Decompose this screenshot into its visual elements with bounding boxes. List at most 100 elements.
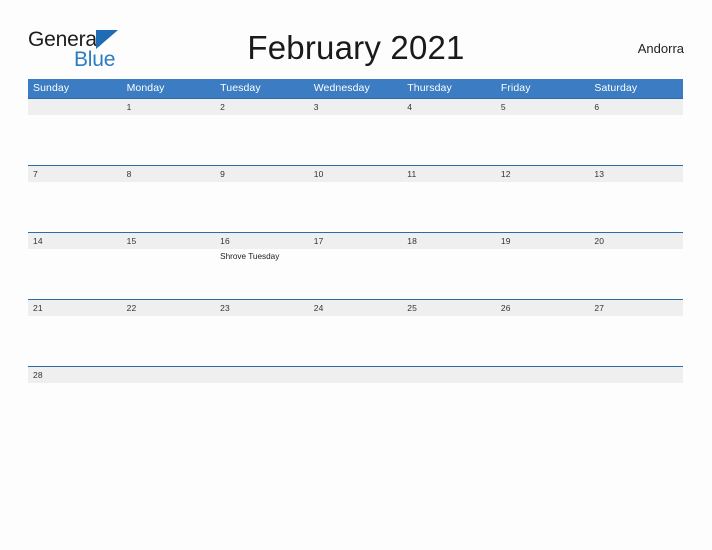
calendar-day-cell[interactable]: 28	[28, 366, 122, 387]
day-number	[28, 99, 122, 115]
day-number: 18	[402, 233, 496, 249]
calendar-week-row: 123456	[28, 98, 683, 166]
calendar-table: Sunday Monday Tuesday Wednesday Thursday…	[28, 79, 683, 387]
calendar-day-cell[interactable]: 26	[495, 299, 590, 367]
day-box: 3	[308, 99, 403, 165]
day-box: 10	[308, 166, 403, 232]
calendar-day-cell[interactable]: 10	[308, 165, 403, 233]
calendar-day-cell[interactable]	[495, 366, 590, 387]
calendar-day-cell[interactable]: 2	[215, 98, 309, 166]
day-box: 28	[28, 367, 122, 387]
day-number: 24	[308, 300, 403, 316]
country-label: Andorra	[637, 41, 684, 56]
calendar-day-cell[interactable]: 5	[495, 98, 590, 166]
day-number	[589, 367, 683, 383]
day-box	[121, 367, 216, 387]
calendar-day-cell[interactable]: 15	[121, 232, 216, 300]
calendar-day-cell[interactable]: 19	[495, 232, 590, 300]
day-number: 23	[215, 300, 309, 316]
calendar-week-row: 28	[28, 366, 683, 387]
day-number: 28	[28, 367, 122, 383]
calendar-week-row: 21 22 23 24 25 26 27	[28, 299, 683, 367]
weekday-header-tuesday: Tuesday	[215, 79, 309, 99]
day-box: 5	[495, 99, 590, 165]
weekday-header-friday: Friday	[495, 79, 590, 99]
day-box: 14	[28, 233, 122, 299]
day-number: 27	[589, 300, 683, 316]
calendar-day-cell[interactable]: 16 Shrove Tuesday	[215, 232, 309, 300]
calendar-day-cell[interactable]: 20	[589, 232, 683, 300]
day-box: 2	[215, 99, 309, 165]
day-number	[495, 367, 590, 383]
day-box: 27	[589, 300, 683, 366]
day-box: 18	[402, 233, 496, 299]
day-number: 11	[402, 166, 496, 182]
day-box: 7	[28, 166, 122, 232]
weekday-header-saturday: Saturday	[589, 79, 683, 99]
calendar-day-cell[interactable]	[308, 366, 403, 387]
day-box: 13	[589, 166, 683, 232]
day-box: 9	[215, 166, 309, 232]
day-number: 21	[28, 300, 122, 316]
calendar-day-cell[interactable]: 13	[589, 165, 683, 233]
day-box: 8	[121, 166, 216, 232]
calendar-day-cell[interactable]: 25	[402, 299, 496, 367]
day-box: 1	[121, 99, 216, 165]
calendar-day-cell[interactable]	[589, 366, 683, 387]
day-box: 26	[495, 300, 590, 366]
calendar-day-cell[interactable]: 23	[215, 299, 309, 367]
day-box: 11	[402, 166, 496, 232]
day-number: 9	[215, 166, 309, 182]
day-box: 16 Shrove Tuesday	[215, 233, 309, 299]
day-box: 19	[495, 233, 590, 299]
day-number: 19	[495, 233, 590, 249]
page-title: February 2021	[247, 29, 465, 66]
calendar-day-cell[interactable]: 18	[402, 232, 496, 300]
day-number: 22	[121, 300, 216, 316]
weekday-header-sunday: Sunday	[28, 79, 122, 99]
day-box: 4	[402, 99, 496, 165]
calendar-day-cell[interactable]	[215, 366, 309, 387]
calendar-day-cell[interactable]	[121, 366, 216, 387]
day-box: 25	[402, 300, 496, 366]
page-header: General Blue February 2021 Andorra	[28, 26, 684, 76]
day-box: 24	[308, 300, 403, 366]
calendar-day-cell[interactable]: 11	[402, 165, 496, 233]
calendar-day-cell[interactable]: 6	[589, 98, 683, 166]
calendar-day-cell[interactable]: 12	[495, 165, 590, 233]
calendar-day-cell[interactable]: 17	[308, 232, 403, 300]
day-number: 25	[402, 300, 496, 316]
day-number: 4	[402, 99, 496, 115]
calendar-week-row: 7 8 9 10 11 12 13	[28, 165, 683, 233]
calendar-day-cell[interactable]: 9	[215, 165, 309, 233]
day-number: 16	[215, 233, 309, 249]
calendar-day-cell[interactable]: 27	[589, 299, 683, 367]
calendar-day-cell[interactable]: 8	[121, 165, 216, 233]
day-number	[215, 367, 309, 383]
day-number	[308, 367, 403, 383]
calendar-day-cell[interactable]: 22	[121, 299, 216, 367]
calendar-day-cell[interactable]: 14	[28, 232, 122, 300]
weekday-header-monday: Monday	[121, 79, 216, 99]
calendar-day-cell[interactable]: 3	[308, 98, 403, 166]
calendar-day-cell[interactable]: 7	[28, 165, 122, 233]
day-box: 22	[121, 300, 216, 366]
day-number: 8	[121, 166, 216, 182]
calendar-day-cell[interactable]	[28, 98, 122, 166]
day-number: 10	[308, 166, 403, 182]
day-box: 21	[28, 300, 122, 366]
day-box	[308, 367, 403, 387]
calendar-day-cell[interactable]: 4	[402, 98, 496, 166]
day-box	[495, 367, 590, 387]
calendar-day-cell[interactable]: 24	[308, 299, 403, 367]
calendar-day-cell[interactable]: 1	[121, 98, 216, 166]
day-number	[121, 367, 216, 383]
calendar-day-cell[interactable]	[402, 366, 496, 387]
calendar-body: 1 2 3 4 5 6 7 8 9 10 11 12 13 14 15 16 Shrove Tuesday 17 1…	[28, 98, 683, 387]
calendar-page: General Blue February 2021 Andorra Sunda…	[0, 0, 712, 550]
day-number: 6	[589, 99, 683, 115]
day-number: 3	[308, 99, 403, 115]
day-box: 12	[495, 166, 590, 232]
calendar-day-cell[interactable]: 21	[28, 299, 122, 367]
day-number: 12	[495, 166, 590, 182]
